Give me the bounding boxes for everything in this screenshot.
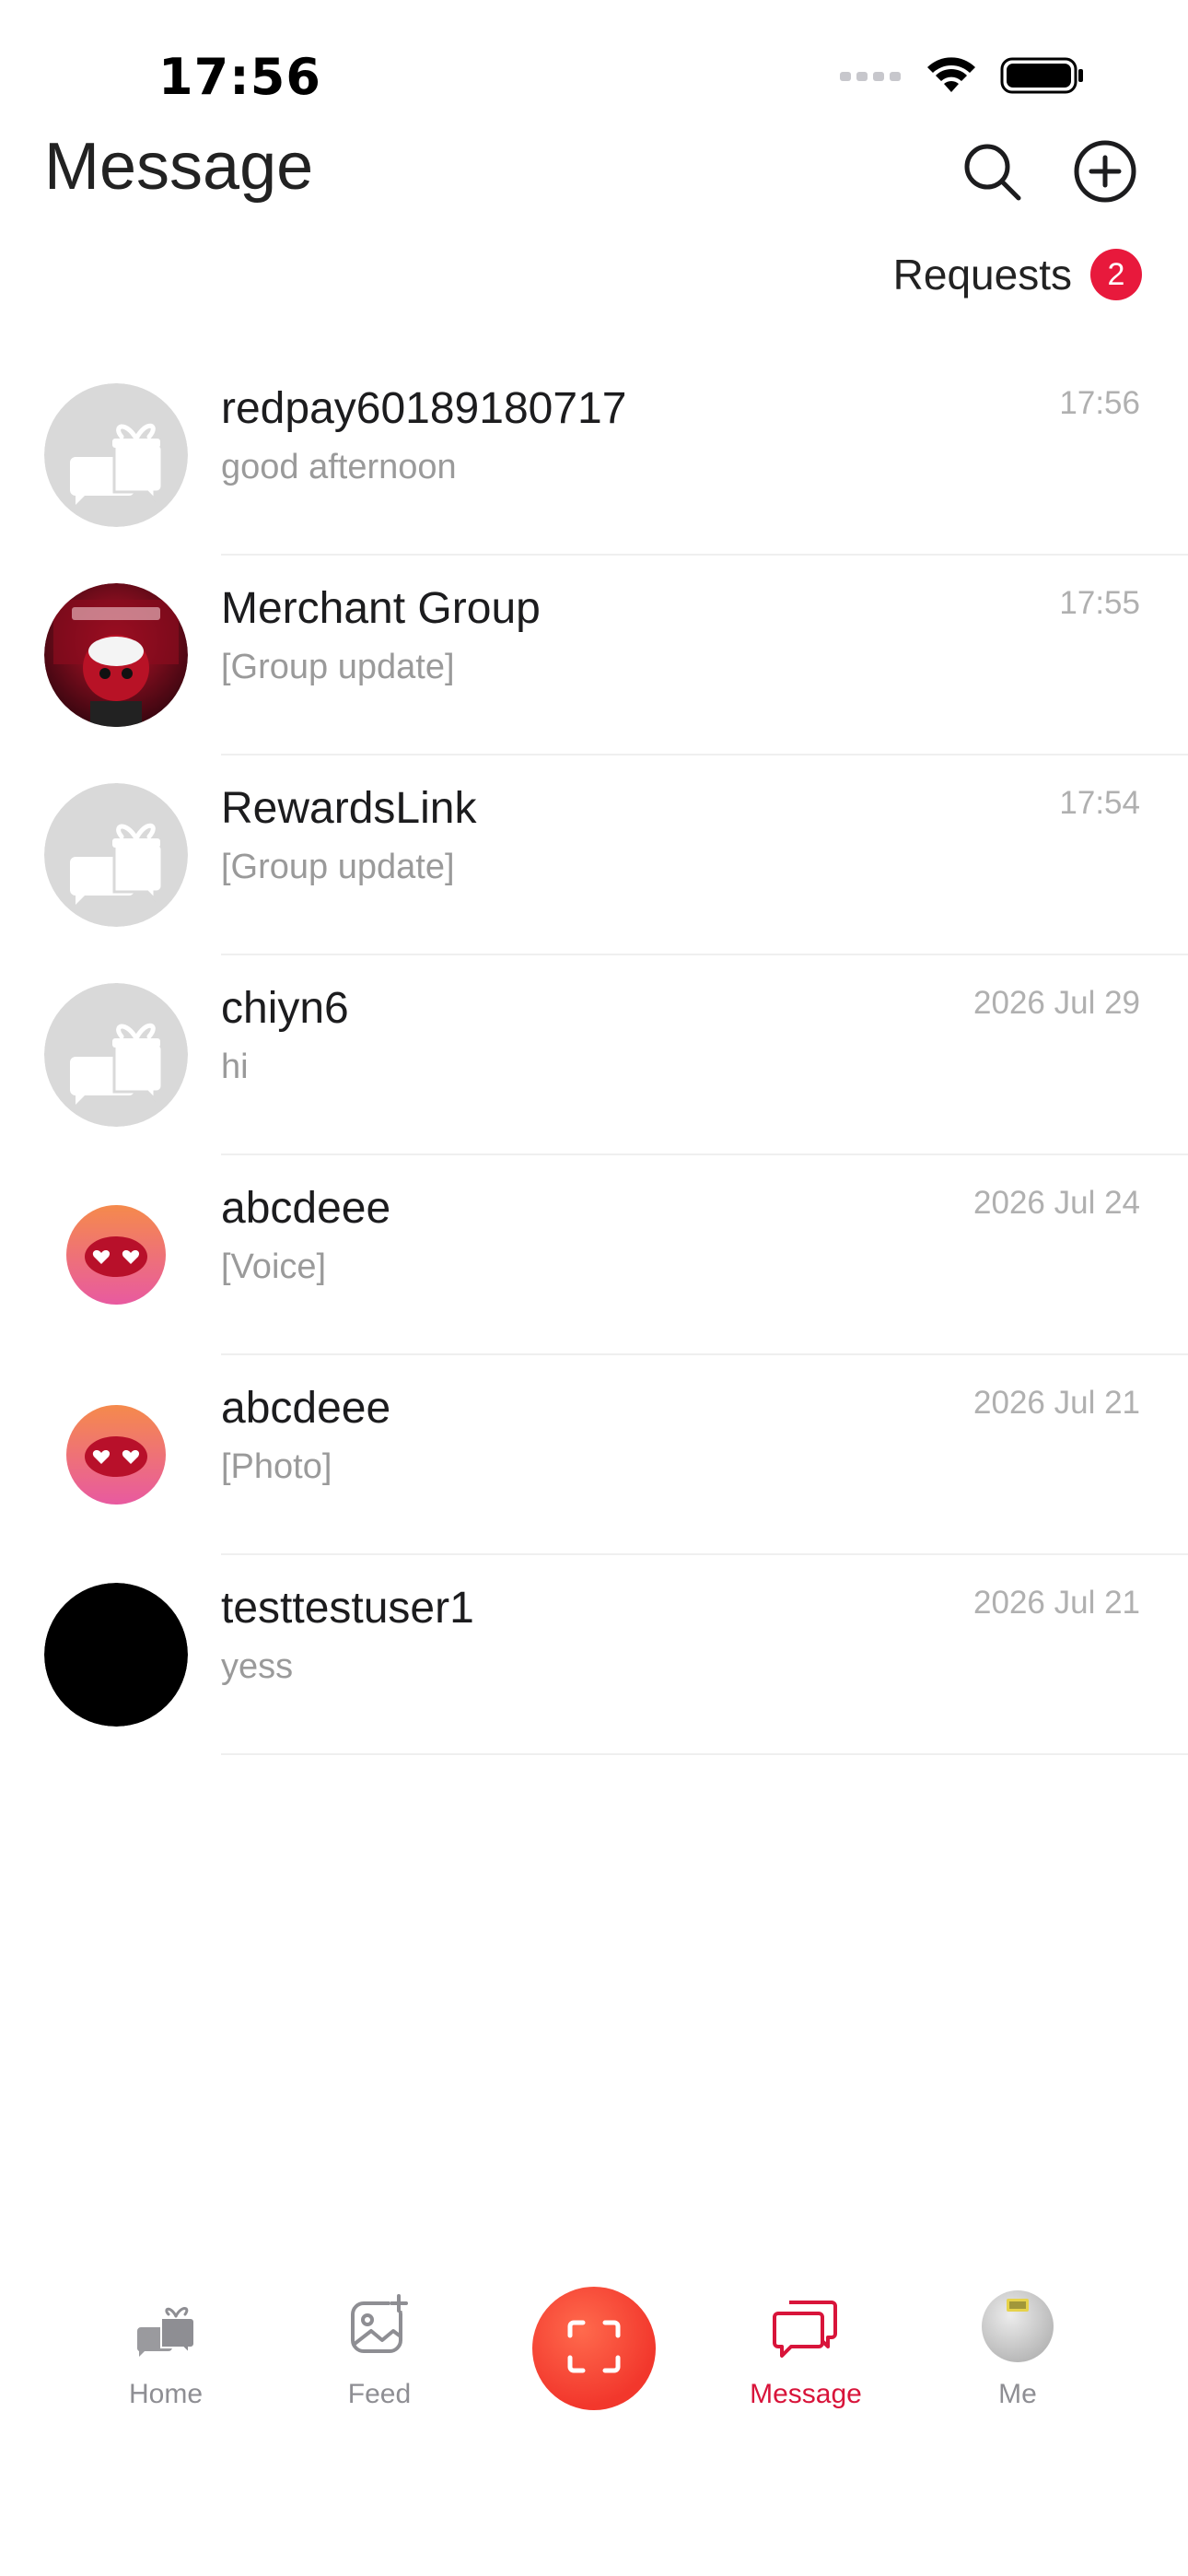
conversation-preview: [Group update]: [221, 648, 455, 686]
tab-label: Home: [128, 2379, 204, 2409]
conversation-name: RewardsLink: [221, 784, 477, 833]
conversation-name: chiyn6: [221, 984, 349, 1033]
conversation-name: Merchant Group: [221, 584, 541, 633]
add-button[interactable]: [1068, 136, 1142, 210]
avatar: [44, 783, 188, 927]
avatar: [44, 383, 188, 527]
requests-label: Requests: [892, 251, 1072, 299]
conversation-preview: [Voice]: [221, 1247, 327, 1286]
message-screen: 17:56 Message Requests 2 redpay601891807…: [0, 0, 1188, 2576]
tab-label: Me: [998, 2379, 1037, 2409]
heart-eyes-emoji-icon: [66, 1205, 166, 1305]
tab-home[interactable]: Home: [83, 2276, 249, 2432]
tab-bar: Home Feed Message Me: [0, 2276, 1188, 2460]
search-icon: [961, 141, 1022, 206]
conversation-preview: hi: [221, 1048, 249, 1086]
image-add-icon: [338, 2285, 421, 2368]
avatar: [44, 583, 188, 727]
scan-button[interactable]: [532, 2287, 656, 2410]
requests-count-badge: 2: [1090, 249, 1142, 300]
status-icons: [838, 55, 1085, 100]
home-indicator-area: [0, 2521, 1188, 2576]
conversation-name: abcdeee: [221, 1184, 391, 1233]
conversation-row[interactable]: RewardsLink [Group update] 17:54: [0, 755, 1188, 955]
conversation-row[interactable]: chiyn6 hi 2026 Jul 29: [0, 955, 1188, 1155]
tab-me[interactable]: Me: [935, 2276, 1101, 2432]
search-button[interactable]: [955, 136, 1029, 210]
page-title: Message: [44, 130, 314, 204]
conversation-time: 17:54: [1059, 785, 1140, 821]
conversation-row[interactable]: abcdeee [Voice] 2026 Jul 24: [0, 1155, 1188, 1355]
black-circle-avatar-icon: [44, 1583, 188, 1727]
conversation-row[interactable]: Merchant Group [Group update] 17:55: [0, 556, 1188, 755]
scan-icon: [566, 2319, 622, 2379]
add-circle-icon: [1072, 138, 1138, 209]
tab-feed[interactable]: Feed: [297, 2276, 462, 2432]
conversation-name: redpay60189180717: [221, 384, 627, 433]
conversation-row[interactable]: abcdeee [Photo] 2026 Jul 21: [0, 1355, 1188, 1555]
conversation-row[interactable]: redpay60189180717 good afternoon 17:56: [0, 356, 1188, 556]
conversation-row[interactable]: testtestuser1 yess 2026 Jul 21: [0, 1555, 1188, 1755]
group-photo-icon: [44, 583, 188, 727]
avatar: [976, 2285, 1059, 2368]
status-time: 17:56: [158, 48, 321, 106]
battery-icon: [1000, 55, 1085, 100]
requests-link[interactable]: Requests 2: [893, 249, 1142, 300]
home-gift-chat-icon: [124, 2285, 207, 2368]
conversation-name: testtestuser1: [221, 1584, 474, 1633]
conversation-time: 17:56: [1059, 385, 1140, 421]
heart-eyes-emoji-icon: [66, 1405, 166, 1505]
conversation-name: abcdeee: [221, 1384, 391, 1433]
wifi-icon: [925, 55, 978, 100]
gift-chat-placeholder-icon: [44, 383, 188, 527]
tab-message[interactable]: Message: [723, 2276, 889, 2432]
cellular-signal-icon: [838, 66, 903, 89]
conversation-time: 2026 Jul 21: [973, 1585, 1140, 1621]
gift-chat-placeholder-icon: [44, 783, 188, 927]
conversation-preview: [Group update]: [221, 848, 455, 886]
tab-label: Message: [750, 2379, 862, 2409]
conversation-time: 2026 Jul 29: [973, 985, 1140, 1021]
conversation-list: redpay60189180717 good afternoon 17:56 M…: [0, 356, 1188, 1755]
conversation-preview: yess: [221, 1647, 294, 1686]
message-bubbles-icon: [764, 2285, 847, 2368]
conversation-time: 2026 Jul 21: [973, 1385, 1140, 1421]
divider: [221, 1753, 1188, 1755]
avatar: [44, 983, 188, 1127]
avatar: [44, 1383, 188, 1527]
avatar: [44, 1583, 188, 1727]
header: Message: [0, 120, 1188, 230]
conversation-time: 2026 Jul 24: [973, 1185, 1140, 1221]
conversation-preview: [Photo]: [221, 1447, 332, 1486]
conversation-time: 17:55: [1059, 585, 1140, 621]
gift-chat-placeholder-icon: [44, 983, 188, 1127]
tab-label: Feed: [347, 2379, 412, 2409]
conversation-preview: good afternoon: [221, 448, 457, 486]
avatar: [44, 1183, 188, 1327]
